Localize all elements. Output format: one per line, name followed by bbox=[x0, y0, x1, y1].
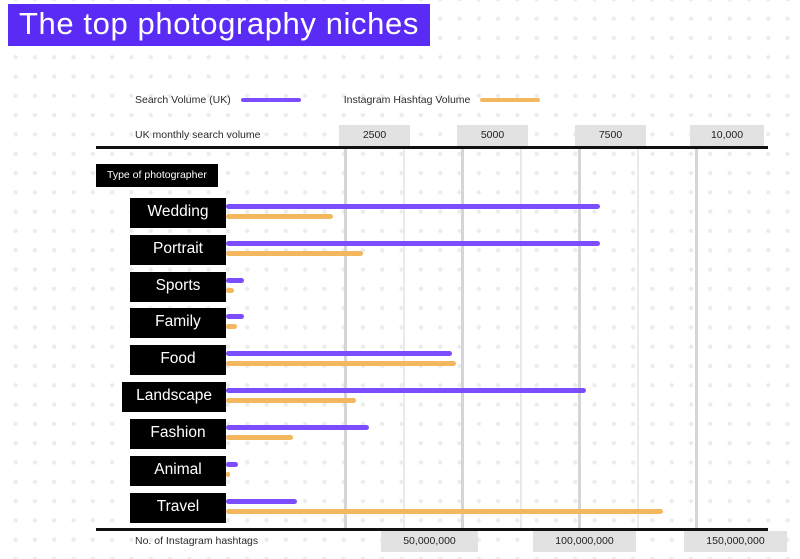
bottom-axis-tick-50m: 50,000,000 bbox=[381, 531, 478, 552]
bar-search-animal bbox=[226, 462, 238, 467]
row-label-landscape: Landscape bbox=[122, 382, 226, 412]
row-bars-fashion bbox=[226, 425, 369, 440]
page-title-container: The top photography niches bbox=[8, 4, 430, 47]
bar-hashtag-travel bbox=[226, 509, 663, 514]
row-label-wedding: Wedding bbox=[130, 198, 226, 228]
table-row: Animal bbox=[0, 456, 800, 492]
legend-swatch-search-volume bbox=[240, 98, 301, 102]
bar-hashtag-wedding bbox=[226, 214, 333, 219]
bar-search-fashion bbox=[226, 425, 369, 430]
top-axis-tick-5000: 5000 bbox=[457, 125, 528, 146]
row-label-portrait: Portrait bbox=[130, 235, 226, 265]
bottom-axis-tick-150m: 150,000,000 bbox=[684, 531, 787, 552]
legend-swatch-hashtag-volume bbox=[480, 98, 541, 102]
row-label-travel: Travel bbox=[130, 493, 226, 523]
row-label-fashion: Fashion bbox=[130, 419, 226, 449]
page-title: The top photography niches bbox=[8, 4, 430, 47]
row-bars-food bbox=[226, 351, 456, 366]
bottom-axis-rule bbox=[96, 528, 768, 531]
legend-item-search-volume: Search Volume (UK) bbox=[135, 94, 301, 106]
top-axis: UK monthly search volume 2500 5000 7500 … bbox=[96, 125, 768, 146]
bar-hashtag-landscape bbox=[226, 398, 356, 403]
bottom-axis-tick-100m: 100,000,000 bbox=[533, 531, 636, 552]
row-bars-landscape bbox=[226, 388, 586, 403]
row-label-sports: Sports bbox=[130, 272, 226, 302]
bar-hashtag-food bbox=[226, 361, 456, 366]
table-row: Travel bbox=[0, 493, 800, 529]
bar-hashtag-sports bbox=[226, 288, 234, 293]
row-bars-travel bbox=[226, 499, 663, 514]
table-row: Portrait bbox=[0, 235, 800, 271]
row-bars-wedding bbox=[226, 204, 600, 219]
bar-search-family bbox=[226, 314, 244, 319]
top-axis-tick-7500: 7500 bbox=[575, 125, 646, 146]
bar-hashtag-family bbox=[226, 324, 237, 329]
row-label-animal: Animal bbox=[130, 456, 226, 486]
top-axis-rule bbox=[96, 146, 768, 149]
row-label-family: Family bbox=[130, 308, 226, 338]
row-bars-sports bbox=[226, 278, 244, 293]
bar-hashtag-fashion bbox=[226, 435, 293, 440]
table-row: Fashion bbox=[0, 419, 800, 455]
bottom-axis-title: No. of Instagram hashtags bbox=[135, 535, 259, 547]
chart-legend: Search Volume (UK) Instagram Hashtag Vol… bbox=[135, 94, 541, 106]
top-axis-tick-2500: 2500 bbox=[339, 125, 410, 146]
top-axis-title: UK monthly search volume bbox=[135, 129, 261, 141]
table-row: Family bbox=[0, 308, 800, 344]
bar-search-wedding bbox=[226, 204, 600, 209]
bottom-axis: No. of Instagram hashtags 50,000,000 100… bbox=[96, 531, 787, 552]
bar-search-portrait bbox=[226, 241, 600, 246]
top-axis-tick-10000: 10,000 bbox=[690, 125, 764, 146]
table-row: Food bbox=[0, 345, 800, 381]
row-bars-family bbox=[226, 314, 244, 329]
bar-search-sports bbox=[226, 278, 244, 283]
table-row: Wedding bbox=[0, 198, 800, 234]
legend-label-search-volume: Search Volume (UK) bbox=[135, 94, 231, 106]
table-row: Landscape bbox=[0, 382, 800, 418]
row-label-food: Food bbox=[130, 345, 226, 375]
bar-hashtag-portrait bbox=[226, 251, 363, 256]
legend-item-hashtag-volume: Instagram Hashtag Volume bbox=[344, 94, 541, 106]
bar-search-food bbox=[226, 351, 452, 356]
chart-canvas: Search Volume (UK) Instagram Hashtag Vol… bbox=[0, 0, 800, 559]
table-row: Sports bbox=[0, 272, 800, 308]
bar-hashtag-animal bbox=[226, 472, 230, 477]
bar-search-travel bbox=[226, 499, 297, 504]
row-bars-animal bbox=[226, 462, 238, 477]
category-axis-header: Type of photographer bbox=[96, 164, 218, 187]
row-bars-portrait bbox=[226, 241, 600, 256]
bar-search-landscape bbox=[226, 388, 586, 393]
legend-label-hashtag-volume: Instagram Hashtag Volume bbox=[343, 94, 471, 106]
